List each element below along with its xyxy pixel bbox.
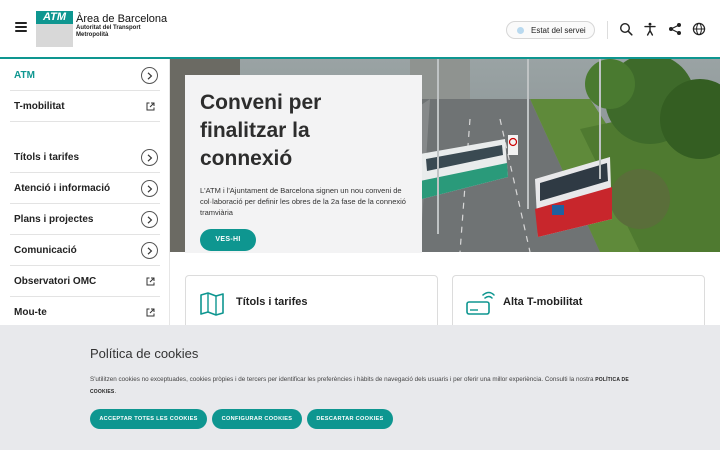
sidebar-item-label: Atenció i informació — [14, 182, 111, 194]
sidebar-item-atm[interactable]: ATM — [10, 60, 160, 91]
external-link-icon — [146, 102, 155, 111]
sidebar-item-comunicacio[interactable]: Comunicació — [10, 235, 160, 266]
accept-all-cookies-button[interactable]: ACCEPTAR TOTES LES COOKIES — [90, 409, 207, 429]
card-title: Alta T-mobilitat — [503, 296, 583, 308]
hero-title-line-2: finalitzar la — [200, 119, 310, 142]
contactless-card-icon — [466, 291, 495, 315]
chevron-right-icon — [141, 242, 158, 259]
sidebar-item-label: Plans i projectes — [14, 213, 94, 225]
sidebar-item-atencio-informacio[interactable]: Atenció i informació — [10, 173, 160, 204]
service-status-label: Estat del servei — [531, 25, 586, 35]
site-header: ATM Àrea de Barcelona Autoritat del Tran… — [0, 0, 720, 59]
hero-title-line-1: Conveni per — [200, 91, 322, 114]
sidebar-item-label: T-mobilitat — [14, 100, 65, 112]
card-title: Títols i tarifes — [236, 296, 308, 308]
chevron-right-icon — [141, 180, 158, 197]
sidebar-item-label: Comunicació — [14, 244, 77, 256]
sidebar-nav: ATM T-mobilitat Títols i tarifes Atenció… — [0, 59, 170, 325]
chevron-right-icon — [141, 67, 158, 84]
chevron-right-icon — [141, 149, 158, 166]
cookie-body: S'utilitzen cookies no exceptuades, cook… — [90, 376, 594, 383]
sidebar-item-mou-te[interactable]: Mou-te — [10, 297, 160, 328]
logo-subtitle-2: Metropolità — [76, 32, 109, 38]
logo-subtitle-1: Autoritat del Transport — [76, 25, 141, 31]
hero-title-line-3: connexió — [200, 147, 293, 170]
hero-description: L'ATM i l'Ajuntament de Barcelona signen… — [200, 186, 406, 217]
chevron-right-icon — [141, 211, 158, 228]
cookie-title: Política de cookies — [90, 346, 199, 361]
logo-text[interactable]: Àrea de Barcelona Autoritat del Transpor… — [76, 13, 167, 39]
cookie-text: S'utilitzen cookies no exceptuades, cook… — [90, 374, 630, 398]
status-dot-icon — [517, 27, 524, 34]
logo[interactable]: ATM — [36, 11, 73, 47]
reject-cookies-button[interactable]: DESCARTAR COOKIES — [307, 409, 393, 429]
cookie-text-end: . — [114, 388, 117, 395]
hero-card: Conveni per finalitzar la connexió L'ATM… — [185, 75, 422, 253]
sidebar-item-t-mobilitat[interactable]: T-mobilitat — [10, 91, 160, 122]
sidebar-item-label: Mou-te — [14, 307, 47, 318]
configure-cookies-button[interactable]: CONFIGURAR COOKIES — [212, 409, 302, 429]
globe-icon[interactable] — [692, 22, 706, 36]
header-divider — [607, 21, 608, 39]
logo-mark: ATM — [36, 11, 73, 24]
accessibility-icon[interactable] — [643, 22, 657, 36]
sidebar-item-observatori-omc[interactable]: Observatori OMC — [10, 266, 160, 297]
sidebar-item-plans-projectes[interactable]: Plans i projectes — [10, 204, 160, 235]
sidebar-item-titols-tarifes[interactable]: Títols i tarifes — [10, 142, 160, 173]
external-link-icon — [146, 308, 155, 317]
hero-cta-button[interactable]: VES-HI — [200, 229, 256, 251]
sidebar-item-label: ATM — [14, 69, 35, 81]
sidebar-item-label: Títols i tarifes — [14, 151, 80, 163]
service-status-button[interactable]: Estat del servei — [506, 21, 595, 39]
cookie-banner: Política de cookies S'utilitzen cookies … — [0, 325, 720, 450]
share-icon[interactable] — [668, 22, 682, 36]
logo-title: Àrea de Barcelona — [76, 13, 168, 25]
search-icon[interactable] — [619, 22, 633, 36]
sidebar-item-label: Observatori OMC — [14, 275, 97, 287]
external-link-icon — [146, 277, 155, 286]
ticket-map-icon — [200, 292, 224, 316]
menu-icon[interactable] — [15, 22, 27, 32]
